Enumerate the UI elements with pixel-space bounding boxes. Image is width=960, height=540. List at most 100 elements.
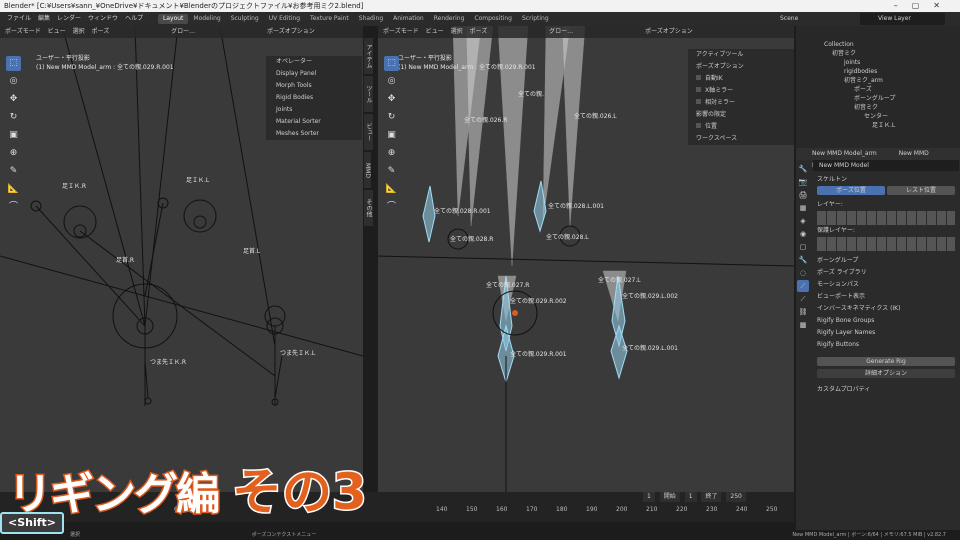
panel-morph[interactable]: Morph Tools	[266, 80, 362, 92]
transform-icon[interactable]: ⊕	[384, 146, 399, 161]
menu-item[interactable]: レンダー	[57, 12, 81, 26]
panel-operator[interactable]: オペレーター	[266, 56, 362, 68]
outliner-row[interactable]: センター	[796, 112, 960, 121]
props-object-tab[interactable]: New MMD Model_arm	[812, 150, 877, 157]
bone-layer-grid[interactable]	[817, 211, 955, 225]
x-mirror-checkbox[interactable]: X軸ミラー	[688, 85, 794, 97]
bone-size-icon[interactable]: ⌒	[6, 200, 21, 215]
workspace-tab[interactable]: Layout	[158, 14, 189, 24]
object-name-field[interactable]: New MMD Model	[813, 160, 959, 171]
panel-rigid[interactable]: Rigid Bodies	[266, 92, 362, 104]
armature-icon[interactable]: ⟋	[797, 280, 809, 292]
menu-select[interactable]: 選択	[73, 26, 85, 38]
panel-meshes-sorter[interactable]: Meshes Sorter	[266, 128, 362, 140]
outliner-row[interactable]: 初音ミク_arm	[796, 76, 960, 85]
scale-icon[interactable]: ▣	[384, 128, 399, 143]
select-box-icon[interactable]: ⬚	[384, 56, 399, 71]
workspace-tab[interactable]: UV Editing	[264, 14, 305, 24]
render-icon[interactable]: 📷	[797, 176, 809, 188]
outliner-row[interactable]: ボーングループ	[796, 94, 960, 103]
tab-tool[interactable]: ツール	[364, 76, 373, 112]
texture-icon[interactable]: ▩	[797, 319, 809, 331]
output-icon[interactable]: 🖨	[797, 189, 809, 201]
measure-icon[interactable]: 📐	[384, 182, 399, 197]
transform-icon[interactable]: ⊕	[6, 146, 21, 161]
relative-mirror-checkbox[interactable]: 相対ミラー	[688, 97, 794, 109]
rotate-icon[interactable]: ↻	[384, 110, 399, 125]
menu-pose[interactable]: ポーズ	[470, 26, 488, 38]
workspace-tab[interactable]: Sculpting	[226, 14, 264, 24]
viewport-right[interactable]: ポーズモード ビュー 選択 ポーズ グロー… ポーズオプション ユーザー・平行投…	[378, 26, 794, 518]
outliner-row[interactable]: ポーズ	[796, 85, 960, 94]
measure-icon[interactable]: 📐	[6, 182, 21, 197]
panel-joints[interactable]: Joints	[266, 104, 362, 116]
workspace-tab[interactable]: Compositing	[469, 14, 517, 24]
move-icon[interactable]: ✥	[384, 92, 399, 107]
auto-ik-checkbox[interactable]: 自動IK	[688, 73, 794, 85]
panel-display[interactable]: Display Panel	[266, 68, 362, 80]
section-rigify-buttons[interactable]: Rigify Buttons	[813, 339, 959, 351]
world-icon[interactable]: ◉	[797, 228, 809, 240]
annotate-icon[interactable]: ✎	[6, 164, 21, 179]
workspace-tab[interactable]: Animation	[388, 14, 429, 24]
menu-view[interactable]: ビュー	[426, 26, 444, 38]
outliner-row[interactable]: Collection	[796, 40, 960, 49]
generate-rig-button[interactable]: Generate Rig	[817, 357, 955, 366]
workspace-tab[interactable]: Texture Paint	[305, 14, 354, 24]
end-frame-field[interactable]: 250	[726, 492, 746, 502]
current-frame-field[interactable]: 1	[643, 492, 655, 502]
tab-mmd[interactable]: MMD	[364, 152, 371, 188]
view-layer-selector[interactable]: View Layer	[860, 13, 945, 25]
tab-item[interactable]: アイテム	[364, 38, 373, 74]
outliner-row[interactable]: 初音ミク	[796, 103, 960, 112]
menu-item[interactable]: ファイル	[7, 12, 31, 26]
section-ik[interactable]: インバースキネマティクス (IK)	[813, 303, 959, 315]
constraint-icon[interactable]: ⛓	[797, 306, 809, 318]
protected-layer-grid[interactable]	[817, 237, 955, 251]
menu-select[interactable]: 選択	[451, 26, 463, 38]
tab-other[interactable]: その他	[364, 190, 373, 226]
workspace-tab[interactable]: Shading	[354, 14, 388, 24]
scale-icon[interactable]: ▣	[6, 128, 21, 143]
outliner-row[interactable]: rigidbodies	[796, 67, 960, 76]
bone-icon[interactable]: ⟋	[797, 293, 809, 305]
mode-select[interactable]: ポーズモード	[383, 26, 419, 38]
menu-item[interactable]: 編集	[38, 12, 50, 26]
menu-view[interactable]: ビュー	[48, 26, 66, 38]
pose-options[interactable]: ポーズオプション	[267, 26, 315, 38]
cursor-icon[interactable]: ◎	[384, 74, 399, 89]
outliner-row[interactable]: 足ＩＫ.L	[796, 121, 960, 130]
section-rigify-bone-groups[interactable]: Rigify Bone Groups	[813, 315, 959, 327]
rest-position-button[interactable]: レスト位置	[887, 186, 955, 195]
section-motion-paths[interactable]: モーションパス	[813, 279, 959, 291]
section-bone-groups[interactable]: ボーングループ	[813, 255, 959, 267]
outliner-row[interactable]: 初音ミク	[796, 49, 960, 58]
view-layer-icon[interactable]: ▦	[797, 202, 809, 214]
modifier-icon[interactable]: 🔧	[797, 254, 809, 266]
pose-options[interactable]: ポーズオプション	[645, 26, 693, 38]
workspace-tab[interactable]: Modeling	[188, 14, 225, 24]
rotate-icon[interactable]: ↻	[6, 110, 21, 125]
cursor-icon[interactable]: ◎	[6, 74, 21, 89]
location-checkbox[interactable]: 位置	[688, 121, 794, 133]
panel-material-sorter[interactable]: Material Sorter	[266, 116, 362, 128]
bone-size-icon[interactable]: ⌒	[384, 200, 399, 215]
start-frame-field[interactable]: 1	[684, 492, 697, 502]
menu-item[interactable]: ヘルプ	[125, 12, 143, 26]
skeleton-section[interactable]: スケルトン	[813, 174, 959, 186]
section-pose-library[interactable]: ポーズ ライブラリ	[813, 267, 959, 279]
object-icon[interactable]: ▢	[797, 241, 809, 253]
pivot-select[interactable]: グロー…	[171, 26, 195, 38]
viewport-left[interactable]: ポーズモード ビュー 選択 ポーズ グロー… ポーズオプション ユーザー・平行投…	[0, 26, 363, 518]
physics-icon[interactable]: ◌	[797, 267, 809, 279]
section-custom-props[interactable]: カスタムプロパティ	[813, 384, 959, 396]
active-tool-header[interactable]: アクティブツール	[688, 49, 794, 61]
advanced-options-button[interactable]: 詳細オプション	[817, 369, 955, 378]
scene-icon[interactable]: ◈	[797, 215, 809, 227]
outliner-row[interactable]: joints	[796, 58, 960, 67]
section-rigify-layer-names[interactable]: Rigify Layer Names	[813, 327, 959, 339]
workspace-tab[interactable]: Rendering	[429, 14, 470, 24]
move-icon[interactable]: ✥	[6, 92, 21, 107]
menu-item[interactable]: ウィンドウ	[88, 12, 118, 26]
mode-select[interactable]: ポーズモード	[5, 26, 41, 38]
